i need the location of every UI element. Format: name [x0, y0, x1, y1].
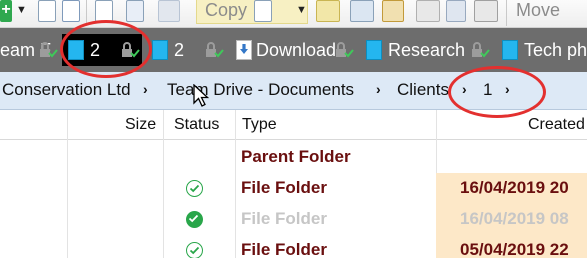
tab-download[interactable]: Download: [230, 34, 356, 66]
tab-team-folder[interactable]: eam F: [0, 34, 60, 66]
document-icon[interactable]: [62, 0, 80, 22]
properties-icon[interactable]: [474, 0, 498, 22]
breadcrumb-item-conservation-ltd[interactable]: Conservation Ltd: [2, 80, 131, 100]
chevron-down-icon[interactable]: ▼: [16, 4, 27, 16]
type-cell: File Folder: [241, 209, 327, 228]
lock-sync-icon: [206, 42, 224, 58]
copy-file-icon: [254, 0, 272, 22]
sync-status-icon: [186, 242, 203, 258]
column-header-status[interactable]: Status: [174, 116, 219, 134]
toolbar-separator: [506, 0, 507, 26]
table-row[interactable]: File Folder 16/04/2019 20: [0, 173, 587, 204]
folder-color-icon: [152, 40, 168, 60]
tab-2[interactable]: 2: [146, 34, 226, 66]
new-file-icon[interactable]: [38, 0, 56, 22]
created-cell: 16/04/2019 20: [436, 173, 587, 204]
move-label[interactable]: Move: [516, 0, 560, 21]
table-row[interactable]: File Folder 05/04/2019 22: [0, 235, 587, 258]
mouse-cursor-icon: [193, 84, 210, 107]
lock-sync-icon: [336, 42, 354, 58]
type-cell: File Folder: [241, 240, 327, 258]
folder-color-icon: [366, 40, 382, 60]
back-icon[interactable]: [158, 0, 180, 22]
sync-status-icon: [186, 180, 203, 197]
copy-label: Copy: [205, 0, 248, 20]
tab-label: 2: [174, 39, 185, 60]
archive-icon[interactable]: [382, 0, 404, 22]
column-header-created[interactable]: Created: [528, 116, 585, 134]
tab-label: Tech phot: [524, 39, 587, 60]
created-value: 16/04/2019 20: [460, 178, 569, 197]
tab-label: Research: [388, 39, 466, 60]
tab-research[interactable]: Research: [360, 34, 492, 66]
folder-copy-icon[interactable]: [316, 0, 340, 22]
folder-color-icon: [502, 40, 518, 60]
sync-icon[interactable]: [446, 0, 466, 22]
lock-sync-icon: [472, 42, 490, 58]
type-cell: Parent Folder: [241, 147, 351, 166]
created-cell: 16/04/2019 08: [436, 204, 587, 235]
list-item-parent-folder[interactable]: Parent Folder: [0, 142, 587, 173]
created-value: 05/04/2019 22: [460, 240, 569, 258]
type-cell: File Folder: [241, 178, 327, 197]
file-icon[interactable]: [95, 0, 113, 22]
download-icon: [236, 40, 252, 60]
tab-label: Download: [256, 39, 337, 60]
created-value: 16/04/2019 08: [460, 209, 569, 228]
add-icon[interactable]: +: [0, 0, 12, 22]
copy-dropdown-icon[interactable]: ▼: [296, 4, 307, 16]
column-header-type[interactable]: Type: [242, 116, 277, 134]
table-icon[interactable]: [350, 0, 374, 22]
chevron-right-icon[interactable]: ›: [376, 81, 381, 97]
lock-sync-icon: [40, 42, 58, 58]
breadcrumb-item-clients[interactable]: Clients: [397, 80, 449, 100]
created-cell: 05/04/2019 22: [436, 235, 587, 258]
list-view-icon[interactable]: [126, 0, 144, 22]
annotation-circle-tab: [60, 20, 152, 78]
annotation-circle-breadcrumb: [448, 66, 546, 118]
sync-status-icon: [186, 211, 203, 228]
chevron-right-icon[interactable]: ›: [143, 81, 148, 97]
copy-to-icon[interactable]: [416, 0, 440, 22]
table-row[interactable]: File Folder 16/04/2019 08: [0, 204, 587, 235]
column-header-size[interactable]: Size: [125, 116, 156, 134]
tab-tech-photos[interactable]: Tech phot: [496, 34, 587, 66]
